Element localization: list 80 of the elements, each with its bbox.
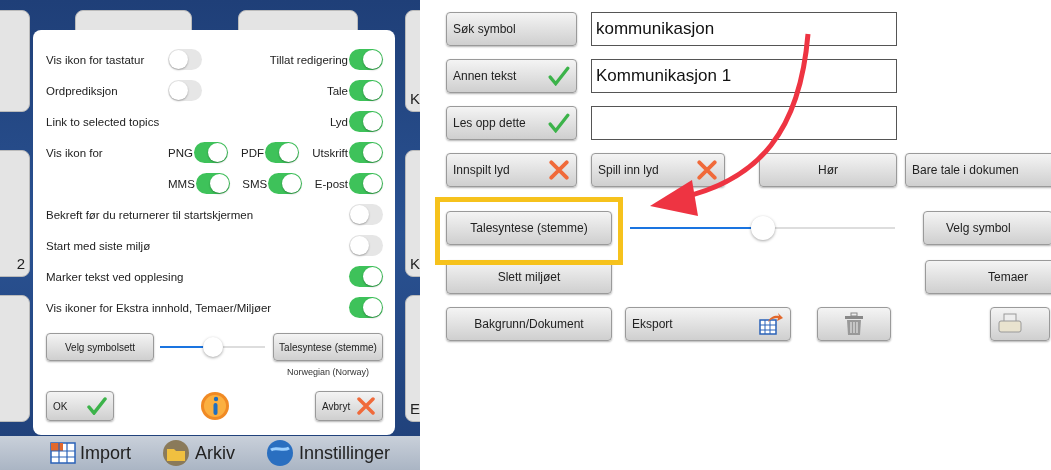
toolbar-button[interactable]: Arkiv (161, 440, 235, 466)
toggle-switch[interactable] (349, 235, 383, 256)
toggle-switch[interactable] (349, 204, 383, 225)
toggle-switch[interactable] (349, 297, 383, 318)
toggle-switch[interactable] (265, 142, 300, 163)
symbol-button[interactable]: Velg symbol (923, 211, 1051, 245)
slider-thumb[interactable] (750, 216, 775, 240)
toggle-switch[interactable] (349, 142, 383, 163)
tile-label: K (410, 255, 420, 272)
setting-label: Link to selected topics (46, 115, 161, 128)
setting-label: Marker tekst ved opplesing (46, 270, 185, 283)
globe-icon (265, 440, 295, 466)
themes-button[interactable]: Temaer (925, 260, 1051, 294)
checkmark-icon (548, 113, 570, 133)
tile-label: K (410, 90, 420, 107)
toggle-switch[interactable] (193, 142, 228, 163)
export-icon (758, 312, 784, 336)
info-icon[interactable] (199, 391, 230, 421)
tile-label: E (410, 400, 420, 417)
text-field[interactable] (591, 106, 897, 140)
trash-icon (843, 312, 865, 336)
sound-button[interactable]: Innspilt lyd (446, 153, 577, 187)
toggle-label: SMS (242, 177, 268, 190)
background-button[interactable]: Bakgrunn/Dokument (446, 307, 612, 341)
sound-button[interactable]: Hør (759, 153, 897, 187)
toggle-label: MMS (168, 177, 195, 190)
symbol-tile[interactable]: 2 (0, 150, 30, 277)
option-button[interactable]: Annen tekst (446, 59, 577, 93)
toggle-switch[interactable] (268, 173, 303, 194)
toggle-label: E-post (314, 177, 348, 190)
text-field[interactable]: Kommunikasjon 1 (591, 59, 897, 93)
ok-button[interactable]: OK (46, 391, 114, 421)
voice-button[interactable]: Talesyntese (stemme) (273, 333, 383, 361)
option-button[interactable]: Les opp dette (446, 106, 577, 140)
setting-label: Vis ikon for (46, 146, 104, 159)
export-button[interactable]: Eksport (625, 307, 791, 341)
print-button[interactable] (990, 307, 1050, 341)
toggle-label: Lyd (329, 115, 348, 128)
symbol-tile[interactable]: E (405, 295, 420, 422)
delete-button[interactable] (817, 307, 891, 341)
symbol-set-button[interactable]: Velg symbolsett (46, 333, 154, 361)
toggle-switch[interactable] (349, 111, 383, 132)
cross-icon (356, 397, 376, 415)
toggle-label: PNG (168, 146, 193, 159)
toolbar-button[interactable]: Import (50, 442, 131, 464)
toggle-switch[interactable] (349, 80, 383, 101)
cancel-button[interactable]: Avbryt (315, 391, 383, 421)
toggle-switch[interactable] (349, 49, 383, 70)
sound-button[interactable]: Bare tale i dokumen (905, 153, 1051, 187)
voice-caption: Norwegian (Norway) (287, 367, 369, 377)
printer-icon (997, 312, 1023, 336)
toggle-label: Tale (326, 84, 348, 97)
voice-button[interactable]: Talesyntese (stemme) (446, 211, 612, 245)
setting-label: Vis ikoner for Ekstra innhold, Temaer/Miljøer (46, 301, 273, 314)
table-icon (50, 442, 76, 464)
slider-thumb[interactable] (202, 337, 223, 357)
toggle-switch[interactable] (195, 173, 230, 194)
folder-icon (161, 440, 191, 466)
setting-label: Vis ikon for tastatur (46, 53, 146, 66)
toggle-switch[interactable] (349, 173, 383, 194)
toggle-switch[interactable] (168, 80, 202, 101)
search-symbol-button[interactable]: Søk symbol (446, 12, 577, 46)
sound-button[interactable]: Spill inn lyd (591, 153, 725, 187)
symbol-tile[interactable]: K (405, 10, 420, 112)
setting-label: Bekreft før du returnerer til startskjermen (46, 208, 255, 221)
toggle-label: PDF (241, 146, 265, 159)
checkmark-icon (87, 397, 107, 415)
toggle-label: Utskrift (312, 146, 348, 159)
cross-icon (696, 160, 718, 180)
setting-label: Start med siste miljø (46, 239, 152, 252)
toggle-switch[interactable] (349, 266, 383, 287)
setting-label: Ordprediksjon (46, 84, 119, 97)
toolbar-button[interactable]: Innstillinger (265, 440, 391, 466)
tile-label: 2 (16, 255, 25, 272)
checkmark-icon (548, 66, 570, 86)
toggle-switch[interactable] (168, 49, 202, 70)
text-field[interactable]: kommunikasjon (591, 12, 897, 46)
symbol-tile[interactable]: K (405, 150, 420, 277)
toggle-label: Tillat redigering (269, 53, 348, 66)
cross-icon (548, 160, 570, 180)
